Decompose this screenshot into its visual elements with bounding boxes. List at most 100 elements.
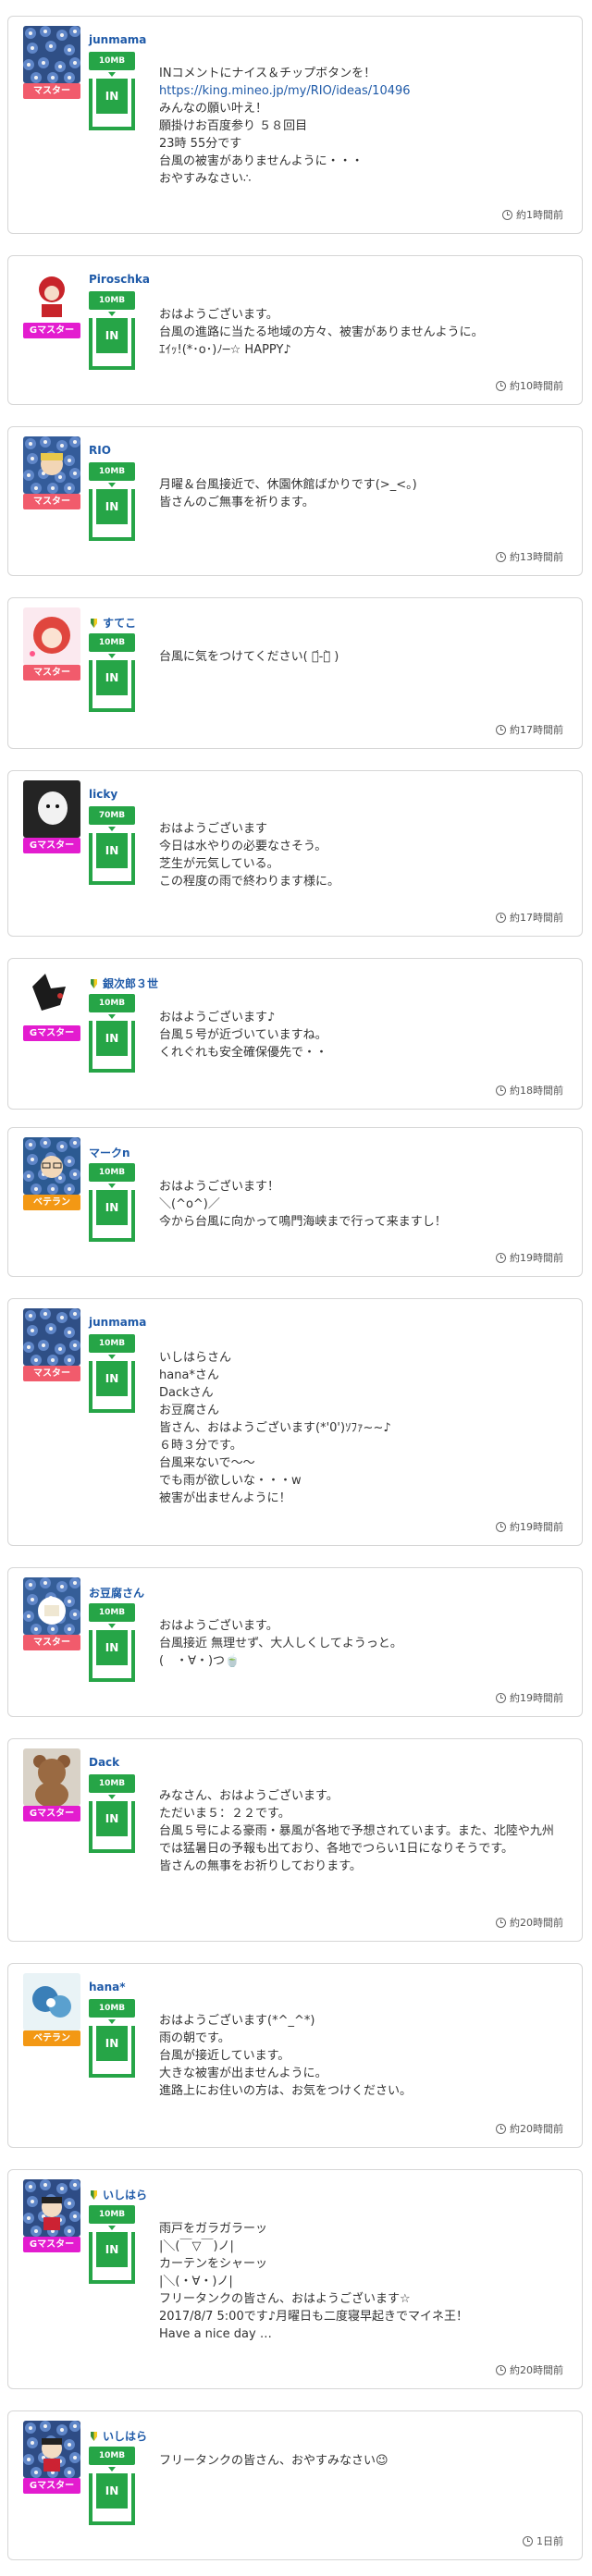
in-button[interactable]: IN	[96, 1801, 128, 1836]
arrow-down-icon	[108, 312, 116, 316]
message-line: おはようございます(*^_^*)	[159, 2014, 315, 2028]
username-link[interactable]: licky	[89, 788, 117, 801]
in-box: IN	[89, 833, 135, 885]
tip-block: 10MB IN	[89, 1163, 135, 1242]
avatar[interactable]	[23, 1308, 80, 1366]
avatar[interactable]	[23, 2421, 80, 2478]
username-link[interactable]: hana*	[89, 1981, 126, 1993]
username-link[interactable]: 銀次郎３世	[89, 975, 158, 991]
username[interactable]: すてこ	[103, 615, 136, 631]
in-button[interactable]: IN	[96, 660, 128, 695]
avatar[interactable]	[23, 1973, 80, 2030]
avatar[interactable]	[23, 265, 80, 323]
username[interactable]: RIO	[89, 444, 111, 457]
comment-card: マスター RIO 10MB IN 月曜＆台風接近で、休園休館ばかりです(>_<。…	[7, 426, 583, 576]
tip-block: 10MB IN	[89, 2447, 135, 2525]
username[interactable]: いしはら	[103, 2428, 147, 2444]
username-link[interactable]: junmama	[89, 1316, 146, 1329]
in-button[interactable]: IN	[96, 79, 128, 114]
username-link[interactable]: RIO	[89, 444, 111, 457]
username[interactable]: お豆腐さん	[89, 1585, 144, 1601]
username-link[interactable]: いしはら	[89, 2428, 147, 2444]
username-link[interactable]: お豆腐さん	[89, 1585, 144, 1601]
in-button[interactable]: IN	[96, 318, 128, 353]
user-avatar-block: Gマスター	[23, 1748, 80, 1822]
in-button[interactable]: IN	[96, 1190, 128, 1225]
message-line: 台風の進路に当たる地域の方々、被害がありませんように。	[159, 325, 484, 339]
avatar[interactable]	[23, 1748, 80, 1806]
in-button[interactable]: IN	[96, 489, 128, 524]
message-line: おはようございます。	[159, 1619, 278, 1633]
tip-block: 10MB IN	[89, 994, 135, 1073]
message-line: くれぐれも安全確保優先で・・	[159, 1046, 328, 1060]
username[interactable]: junmama	[89, 1316, 146, 1329]
in-button[interactable]: IN	[96, 1630, 128, 1665]
message-line: おやすみなさい∴	[159, 172, 252, 186]
message-link[interactable]: https://king.mineo.jp/my/RIO/ideas/10496	[159, 82, 565, 100]
arrow-down-icon	[108, 1184, 116, 1188]
avatar[interactable]	[23, 26, 80, 83]
message-line: ( ・∀・)つ🍵	[159, 1654, 240, 1668]
tip-block: 10MB IN	[89, 462, 135, 541]
comment-message: みなさん、おはようございます。 ただいま５：２２です。 台風５号による豪雨・暴風が各…	[159, 1787, 565, 1875]
avatar[interactable]	[23, 1137, 80, 1195]
timestamp-text: 約17時間前	[510, 912, 563, 924]
comment-message: INコメントにナイス＆チップボタンを！ https://king.mineo.jp…	[159, 65, 565, 188]
in-button[interactable]: IN	[96, 1361, 128, 1396]
tip-amount: 10MB	[89, 1334, 135, 1353]
clock-icon	[496, 1692, 506, 1703]
user-avatar-block: マスター	[23, 607, 80, 681]
username[interactable]: Dack	[89, 1756, 119, 1769]
message-line: みんなの願い叶え！	[159, 102, 268, 116]
avatar[interactable]	[23, 968, 80, 1025]
avatar[interactable]	[23, 780, 80, 838]
username[interactable]: licky	[89, 788, 117, 801]
avatar[interactable]	[23, 1577, 80, 1635]
message-line: 雨戸をガラガラーッ	[159, 2222, 268, 2236]
timestamp-text: 1日前	[536, 2535, 563, 2547]
username-link[interactable]: いしはら	[89, 2187, 147, 2202]
message-line: この程度の雨で終わります様に。	[159, 875, 340, 889]
username-link[interactable]: junmama	[89, 33, 146, 46]
username[interactable]: Piroschka	[89, 273, 150, 286]
in-button[interactable]: IN	[96, 833, 128, 868]
timestamp: 約10時間前	[496, 378, 563, 393]
clock-icon	[496, 2123, 506, 2134]
avatar[interactable]	[23, 2179, 80, 2237]
timestamp-text: 約10時間前	[510, 380, 563, 392]
comment-message: おはようございます！ ＼(^o^)／ 今から台風に向かって鳴門海峡まで行って来ますし…	[159, 1178, 565, 1231]
comment-message: おはようございます。 台風接近 無理せず、大人しくしてようっと。 ( ・∀・)つ🍵	[159, 1617, 565, 1670]
username[interactable]: マークn	[89, 1145, 130, 1160]
timestamp-text: 約20時間前	[510, 2364, 563, 2376]
username[interactable]: hana*	[89, 1981, 126, 1993]
arrow-down-icon	[108, 72, 116, 77]
comment-card: マスター junmama 10MB IN いしはらさん hana*さん Dackさん…	[7, 1298, 583, 1546]
in-button[interactable]: IN	[96, 2473, 128, 2509]
username-link[interactable]: Piroschka	[89, 273, 150, 286]
clock-icon	[496, 1252, 506, 1263]
username-link[interactable]: すてこ	[89, 615, 136, 631]
in-button[interactable]: IN	[96, 2026, 128, 2061]
in-box: IN	[89, 1630, 135, 1682]
username[interactable]: 銀次郎３世	[103, 975, 158, 991]
message-line: フリータンクの皆さん、おはようございます☆	[159, 2292, 411, 2306]
arrow-down-icon	[108, 827, 116, 831]
tip-block: 10MB IN	[89, 1603, 135, 1682]
user-avatar-block: Gマスター	[23, 780, 80, 853]
tip-block: 10MB IN	[89, 2205, 135, 2284]
rank-badge: Gマスター	[23, 1806, 80, 1822]
username[interactable]: いしはら	[103, 2187, 147, 2202]
tip-amount: 10MB	[89, 1163, 135, 1182]
rank-badge: Gマスター	[23, 323, 80, 338]
username[interactable]: junmama	[89, 33, 146, 46]
avatar[interactable]	[23, 436, 80, 494]
username-link[interactable]: マークn	[89, 1145, 130, 1160]
avatar[interactable]	[23, 607, 80, 665]
message-line: 大きな被害が出ませんように。	[159, 2067, 327, 2080]
in-button[interactable]: IN	[96, 2232, 128, 2267]
beginner-leaf-icon	[89, 2431, 99, 2442]
message-line: 今日は水やりの必要なさそう。	[159, 840, 327, 853]
user-avatar-block: ベテラン	[23, 1137, 80, 1210]
username-link[interactable]: Dack	[89, 1756, 119, 1769]
in-button[interactable]: IN	[96, 1021, 128, 1056]
